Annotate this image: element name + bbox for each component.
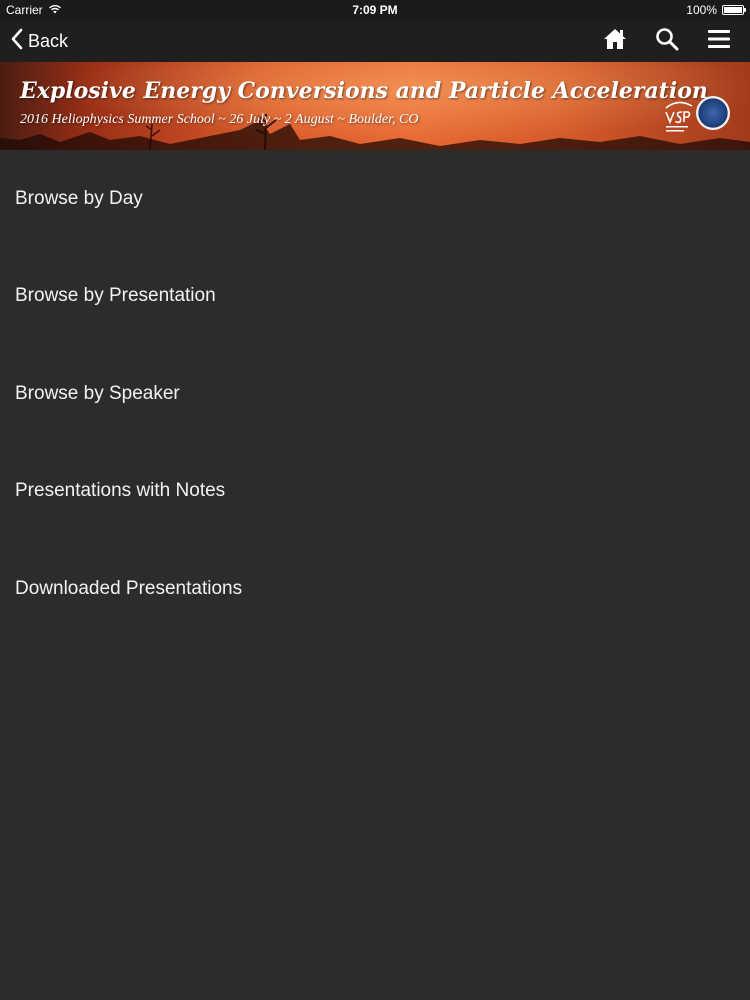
navigation-bar: Back [0,20,750,62]
event-banner: Explosive Energy Conversions and Particl… [0,62,750,150]
nav-actions [602,27,732,56]
hamburger-menu-icon [707,29,731,54]
search-icon [655,27,679,56]
status-right: 100% [686,3,746,17]
back-label: Back [28,31,69,51]
menu-item-label: Downloaded Presentations [15,577,243,599]
menu-item-label: Browse by Speaker [15,382,180,404]
organization-seal [696,96,730,130]
battery-icon [722,5,746,15]
banner-subtitle: 2016 Heliophysics Summer School ~ 26 Jul… [20,112,419,127]
menu-item-label: Presentations with Notes [15,480,226,502]
menu-item-label: Browse by Day [15,187,143,209]
menu-item-browse-by-day[interactable]: Browse by Day [0,150,750,248]
vsp-logo [665,101,693,132]
menu-item-browse-by-presentation[interactable]: Browse by Presentation [0,248,750,346]
battery-percentage: 100% [686,3,717,17]
home-button[interactable] [602,28,628,54]
back-button[interactable]: Back [10,28,68,55]
browse-menu: Browse by Day Browse by Presentation Bro… [0,150,750,638]
banner-title: Explosive Energy Conversions and Particl… [20,78,708,104]
menu-item-downloaded-presentations[interactable]: Downloaded Presentations [0,540,750,638]
menu-item-browse-by-speaker[interactable]: Browse by Speaker [0,345,750,443]
menu-item-label: Browse by Presentation [15,285,216,307]
menu-item-presentations-with-notes[interactable]: Presentations with Notes [0,443,750,541]
battery-fill [724,7,742,13]
menu-button[interactable] [706,28,732,54]
search-button[interactable] [654,27,680,56]
status-bar: Carrier 7:09 PM 100% [0,0,750,20]
home-icon [603,28,627,55]
chevron-left-icon [10,28,24,55]
clock: 7:09 PM [352,3,398,17]
